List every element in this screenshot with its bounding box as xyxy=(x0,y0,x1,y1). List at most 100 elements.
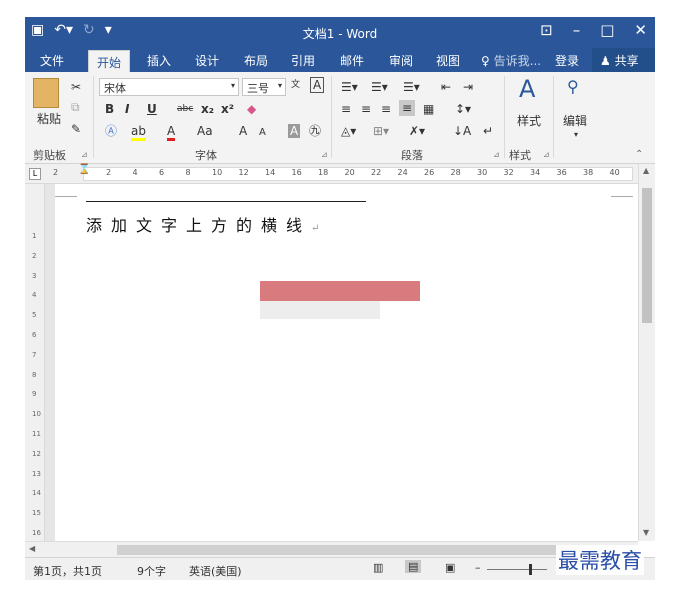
paste-icon[interactable] xyxy=(33,78,59,108)
ruler-tick-label: 10 xyxy=(32,410,41,419)
bold-button[interactable]: B xyxy=(105,102,114,116)
text-effects-icon[interactable]: Ⓐ xyxy=(105,124,117,138)
font-group-label: 字体 xyxy=(195,149,217,162)
scroll-thumb[interactable] xyxy=(117,545,577,555)
distributed-icon[interactable]: ▦ xyxy=(423,102,434,116)
close-icon[interactable]: ✕ xyxy=(634,21,647,39)
tell-me-box[interactable]: ♀ 告诉我... xyxy=(481,52,541,69)
shrink-font-button[interactable]: A xyxy=(259,126,266,140)
horizontal-ruler[interactable]: L ⌛ 2 2 4 6 8 10 12 14 16 18 20 22 24 26 28 30 32 34 36 38 4… xyxy=(25,164,655,184)
font-color-button[interactable]: A xyxy=(167,124,176,141)
maximize-icon[interactable]: □ xyxy=(600,21,614,39)
paragraph-launcher-icon[interactable]: ⊿ xyxy=(493,148,500,162)
chevron-down-icon[interactable]: ▾ xyxy=(574,128,578,142)
tab-insert[interactable]: 插入 xyxy=(147,52,171,69)
web-layout-icon[interactable]: ▣ xyxy=(445,561,455,574)
tab-home[interactable]: 开始 xyxy=(88,50,131,72)
sign-in-link[interactable]: 登录 xyxy=(555,52,579,69)
font-size-select[interactable]: 三号 ▾ xyxy=(242,78,286,96)
horizontal-scrollbar[interactable]: ◀ xyxy=(25,541,638,557)
ruler-tick-label: 7 xyxy=(32,350,37,359)
scroll-thumb[interactable] xyxy=(642,188,652,323)
zoom-slider-thumb[interactable] xyxy=(529,564,532,575)
tab-references[interactable]: 引用 xyxy=(291,52,315,69)
show-marks-icon[interactable]: ↵ xyxy=(483,124,493,138)
bullets-icon[interactable]: ☰▾ xyxy=(341,80,358,94)
subscript-button[interactable]: x₂ xyxy=(201,102,214,116)
sort-icon[interactable]: ↓A xyxy=(453,124,471,138)
language-status[interactable]: 英语(美国) xyxy=(189,563,242,579)
clipboard-launcher-icon[interactable]: ⊿ xyxy=(81,148,88,162)
increase-indent-icon[interactable]: ⇥ xyxy=(463,80,473,94)
tab-design[interactable]: 设计 xyxy=(195,52,219,69)
font-size-value: 三号 xyxy=(247,82,269,95)
collapse-ribbon-icon[interactable]: ⌃ xyxy=(635,148,643,162)
change-case-button[interactable]: Aa xyxy=(197,124,213,138)
read-mode-icon[interactable]: ▥ xyxy=(373,561,383,574)
ruler-tick-label: 14 xyxy=(265,168,276,177)
page-corner-mark xyxy=(611,196,633,197)
zoom-slider[interactable] xyxy=(487,569,547,570)
print-layout-icon[interactable]: ▤ xyxy=(405,560,422,573)
font-name-select[interactable]: 宋体 ▾ xyxy=(99,78,239,96)
scroll-left-icon[interactable]: ◀ xyxy=(29,544,35,553)
tab-review[interactable]: 审阅 xyxy=(389,52,413,69)
copy-icon[interactable]: ⧉ xyxy=(71,100,80,114)
italic-button[interactable]: I xyxy=(125,102,129,116)
scroll-down-icon[interactable]: ▼ xyxy=(643,528,649,537)
scroll-up-icon[interactable]: ▲ xyxy=(643,166,649,175)
blurred-region xyxy=(260,301,380,319)
strikethrough-button[interactable]: abc xyxy=(177,102,193,116)
tab-mailings[interactable]: 邮件 xyxy=(340,52,364,69)
grow-font-button[interactable]: A xyxy=(239,124,247,138)
tab-view[interactable]: 视图 xyxy=(436,52,460,69)
superscript-button[interactable]: x² xyxy=(221,102,234,116)
line-spacing-icon[interactable]: ↕▾ xyxy=(455,102,471,116)
format-painter-icon[interactable]: ✎ xyxy=(71,122,81,136)
clear-formatting-icon[interactable]: ◆ xyxy=(247,102,256,116)
enclose-characters-icon[interactable]: ㊈ xyxy=(309,124,321,138)
decrease-indent-icon[interactable]: ⇤ xyxy=(441,80,451,94)
tab-selector-icon[interactable]: L xyxy=(29,168,41,180)
borders-icon[interactable]: ⊞▾ xyxy=(373,124,389,138)
underline-button[interactable]: U xyxy=(147,102,157,116)
word-count[interactable]: 9个字 xyxy=(137,563,166,579)
character-shading-icon[interactable]: A xyxy=(288,124,301,138)
page-count[interactable]: 第1页，共1页 xyxy=(33,563,102,579)
paste-label[interactable]: 粘贴 xyxy=(37,110,61,127)
tab-file[interactable]: 文件 xyxy=(40,52,64,69)
justify-icon[interactable]: ≡ xyxy=(399,100,416,116)
styles-icon[interactable]: A xyxy=(519,76,535,102)
vertical-scrollbar[interactable]: ▲ ▼ xyxy=(638,164,655,541)
font-launcher-icon[interactable]: ⊿ xyxy=(321,148,328,162)
ribbon-display-icon[interactable]: ⊡ xyxy=(540,21,553,39)
document-page[interactable]: 添加文字上方的横线↵ xyxy=(55,184,638,541)
search-icon[interactable]: ⚲ xyxy=(567,79,579,95)
align-center-icon[interactable]: ≡ xyxy=(361,102,371,116)
ruler-text-area xyxy=(83,167,633,181)
tab-layout[interactable]: 布局 xyxy=(244,52,268,69)
ruler-tick-label: 10 xyxy=(212,168,223,177)
chinese-layout-icon[interactable]: ✗▾ xyxy=(409,124,425,138)
ruler-tick-label: 20 xyxy=(344,168,355,177)
cut-icon[interactable]: ✂ xyxy=(71,80,81,94)
highlight-button[interactable]: ab xyxy=(131,124,146,141)
shading-icon[interactable]: ◬▾ xyxy=(341,124,356,138)
tell-me-label: 告诉我... xyxy=(493,54,542,68)
phonetic-guide-icon[interactable]: 文 xyxy=(291,78,300,92)
ruler-tick-label: 34 xyxy=(530,168,541,177)
editing-label[interactable]: 编辑 xyxy=(563,112,587,129)
document-text[interactable]: 添加文字上方的横线↵ xyxy=(86,212,319,236)
styles-launcher-icon[interactable]: ⊿ xyxy=(543,148,550,162)
minimize-icon[interactable]: – xyxy=(573,21,581,39)
numbering-icon[interactable]: ☰▾ xyxy=(371,80,388,94)
multilevel-list-icon[interactable]: ☰▾ xyxy=(403,80,420,94)
align-right-icon[interactable]: ≡ xyxy=(381,102,391,116)
character-border-icon[interactable]: A xyxy=(310,77,325,93)
vertical-ruler[interactable]: 1234567891011121314151617 xyxy=(25,184,45,557)
align-left-icon[interactable]: ≡ xyxy=(341,102,351,116)
styles-label[interactable]: 样式 xyxy=(517,112,541,129)
indent-marker-icon[interactable]: ⌛ xyxy=(78,164,90,175)
share-button[interactable]: ♟ 共享 xyxy=(592,48,655,72)
zoom-out-icon[interactable]: – xyxy=(475,561,481,574)
